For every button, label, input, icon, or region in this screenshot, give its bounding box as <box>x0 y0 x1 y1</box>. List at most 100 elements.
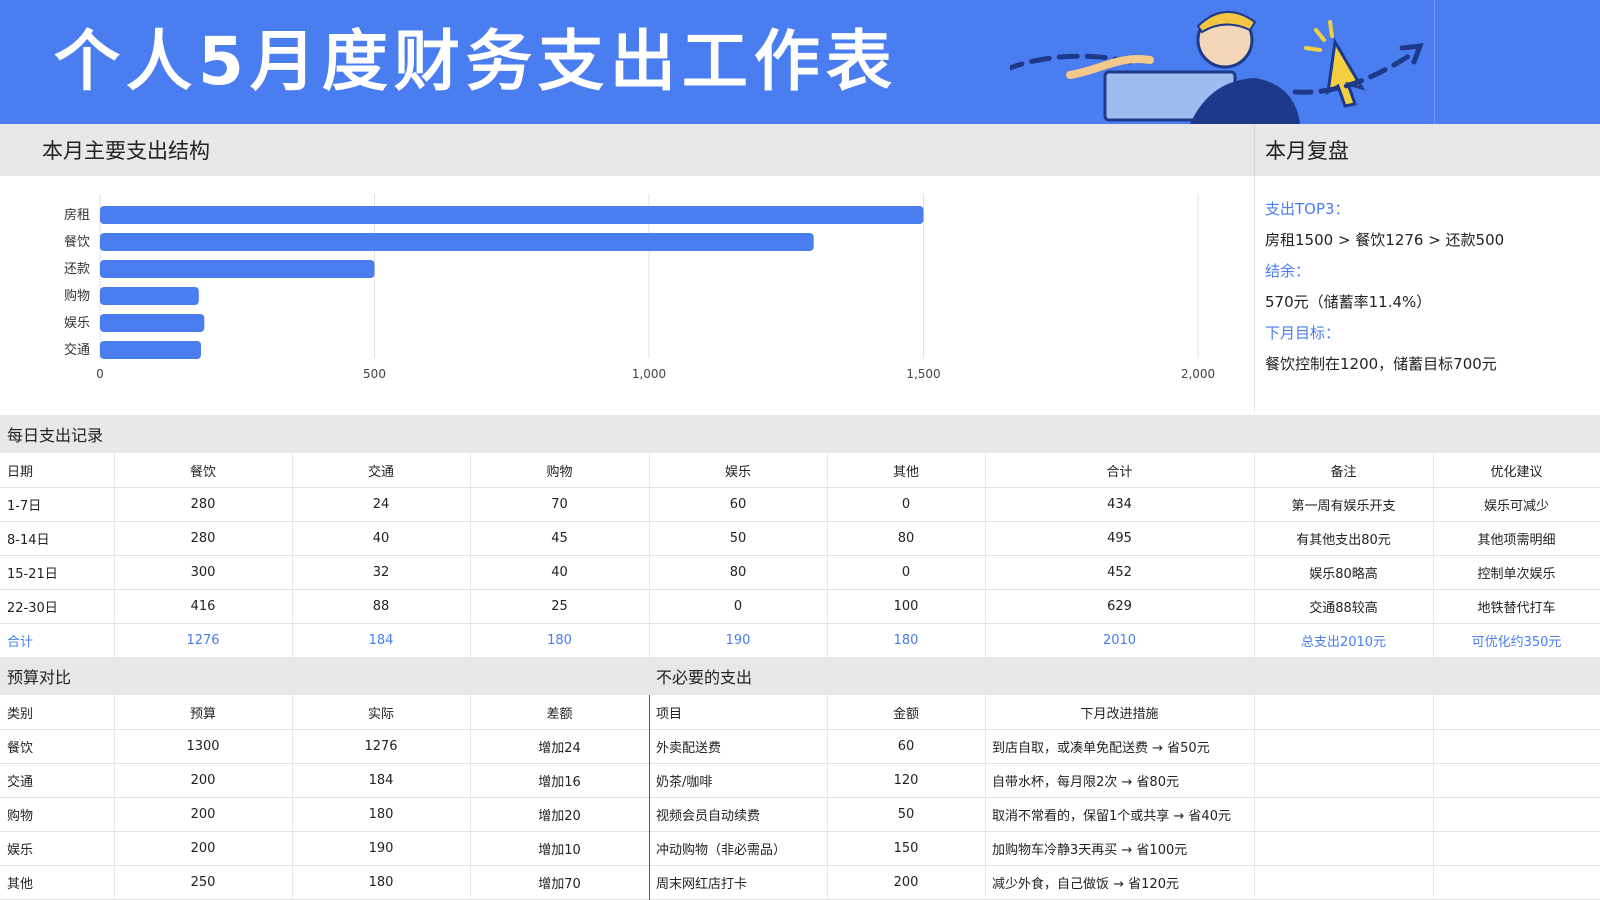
table-cell: 180 <box>368 874 394 890</box>
table-cell: 24 <box>372 496 390 512</box>
table-cell: 45 <box>551 530 568 546</box>
table-cell: 15-21日 <box>7 566 58 582</box>
table-row: 22-30日 416 88 25 0 100 629 交通88较高 地铁替代打车 <box>0 589 1600 624</box>
table-cell: 奶茶/咖啡 <box>656 774 713 790</box>
table-cell <box>1254 695 1433 729</box>
table-cell: 0 <box>901 564 911 580</box>
table-cell: 22-30日 <box>7 600 58 616</box>
column-divider <box>292 695 293 900</box>
table-cell: 200 <box>893 874 919 890</box>
category-label: 餐饮 <box>64 234 90 250</box>
x-tick-label: 0 <box>96 367 104 381</box>
table-cell: 629 <box>1107 598 1132 614</box>
table-cell: 1-7日 <box>7 498 42 514</box>
title-banner: 个人5月度财务支出工作表 <box>0 0 1600 124</box>
column-divider <box>1433 695 1434 900</box>
banner-divider <box>1434 0 1435 124</box>
column-divider <box>1254 453 1255 657</box>
table-cell: 190 <box>368 840 394 856</box>
table-cell: 娱乐 <box>7 842 34 858</box>
bar-5 <box>100 341 202 359</box>
table-cell: 增加16 <box>538 774 581 790</box>
table-cell: 冲动购物（非必需品） <box>656 842 787 858</box>
table-cell: 购物 <box>546 464 573 480</box>
table-row: 其他 250 180 增加70 周末网红店打卡 200 减少外食，自己做饭 → 省120元 <box>0 865 1600 900</box>
table-cell: 自带水杯，每月限2次 → 省80元 <box>992 774 1179 790</box>
page-title: 个人5月度财务支出工作表 <box>54 23 898 100</box>
table-cell: 到店自取，或凑单免配送费 → 省50元 <box>992 740 1210 756</box>
person-laptop-illustration <box>1010 10 1424 124</box>
table-cell: 其他 <box>7 876 34 892</box>
table-cell: 190 <box>725 632 751 648</box>
table-cell: 控制单次娱乐 <box>1477 566 1556 582</box>
review-section-title: 本月复盘 <box>1265 139 1349 163</box>
top3-text: 房租1500 > 餐饮1276 > 还款500 <box>1265 231 1505 249</box>
table-cell <box>1433 797 1600 831</box>
table-header-row: 类别 预算 实际 差额 项目 金额 下月改进措施 <box>0 695 1600 730</box>
category-label: 交通 <box>64 342 90 358</box>
table-cell: 184 <box>368 632 394 648</box>
bar-2 <box>100 260 375 278</box>
budget-section-header: 预算对比 <box>0 657 649 695</box>
table-cell: 日期 <box>7 464 34 480</box>
table-cell: 416 <box>190 598 216 614</box>
column-divider <box>114 453 115 657</box>
table-cell: 200 <box>190 840 216 856</box>
expense-structure-bar-chart: 0 500 1,000 1,500 2,000 房租餐饮还款购物娱乐交通 <box>64 194 1215 381</box>
column-divider <box>1254 695 1255 900</box>
table-cell <box>1433 763 1600 797</box>
total-row: 合计 1276 184 180 190 180 2010 总支出2010元 可优化约350元 <box>0 623 1600 658</box>
table-cell: 娱乐可减少 <box>1483 498 1549 514</box>
chart-section-header: 本月主要支出结构 <box>0 124 1254 176</box>
table-cell: 88 <box>372 598 390 614</box>
column-divider <box>649 453 650 657</box>
goal-text: 餐饮控制在1200，储蓄目标700元 <box>1265 355 1497 373</box>
table-cell: 200 <box>190 806 216 822</box>
x-tick-label: 2,000 <box>1181 367 1215 381</box>
daily-section-header: 每日支出记录 <box>0 415 1600 453</box>
table-cell: 交通 <box>367 464 394 480</box>
table-cell: 300 <box>190 564 216 580</box>
table-cell: 预算 <box>189 706 216 722</box>
table-cell: 180 <box>547 632 572 648</box>
table-cell: 200 <box>190 772 216 788</box>
daily-records-table: 日期 餐饮 交通 购物 娱乐 其他 合计 备注 优化建议 1-7日 280 24 70 60 0 434 第一周… <box>0 453 1600 658</box>
unnecessary-section-title: 不必要的支出 <box>656 668 753 687</box>
table-cell: 60 <box>897 738 915 754</box>
unnecessary-section-header: 不必要的支出 <box>649 657 1600 695</box>
category-label: 娱乐 <box>64 316 90 331</box>
budget-section-title: 预算对比 <box>7 668 72 687</box>
table-cell: 购物 <box>7 808 34 824</box>
table-cell: 40 <box>551 564 568 580</box>
table-cell: 交通88较高 <box>1309 600 1378 616</box>
column-divider <box>470 695 471 900</box>
table-cell: 其他项需明细 <box>1477 532 1556 548</box>
table-cell: 1276 <box>186 632 220 648</box>
x-tick-label: 500 <box>363 367 386 381</box>
top3-label: 支出TOP3： <box>1265 200 1350 218</box>
table-cell: 184 <box>368 772 394 788</box>
x-tick-label: 1,500 <box>906 367 940 381</box>
table-cell: 40 <box>372 530 390 546</box>
table-cell: 2010 <box>1102 632 1137 648</box>
column-divider <box>985 453 986 657</box>
table-cell: 优化建议 <box>1490 464 1543 480</box>
table-cell: 60 <box>729 496 747 512</box>
table-cell: 8-14日 <box>7 532 50 548</box>
table-cell: 增加10 <box>538 842 581 858</box>
table-cell <box>1254 831 1433 865</box>
table-cell: 其他 <box>892 464 919 480</box>
table-cell: 120 <box>893 772 919 788</box>
table-cell: 增加24 <box>538 740 581 756</box>
balance-text: 570元（储蓄率11.4%） <box>1265 293 1432 311</box>
table-cell: 差额 <box>546 706 573 722</box>
bar-3 <box>100 287 199 305</box>
table-cell: 50 <box>729 530 747 546</box>
table-cell: 50 <box>897 806 915 822</box>
table-cell: 外卖配送费 <box>656 740 722 756</box>
table-cell: 加购物车冷静3天再买 → 省100元 <box>992 842 1188 858</box>
table-cell: 0 <box>733 598 743 614</box>
table-cell: 实际 <box>367 706 394 722</box>
table-cell: 减少外食，自己做饭 → 省120元 <box>992 876 1179 892</box>
goal-label: 下月目标： <box>1265 324 1341 342</box>
